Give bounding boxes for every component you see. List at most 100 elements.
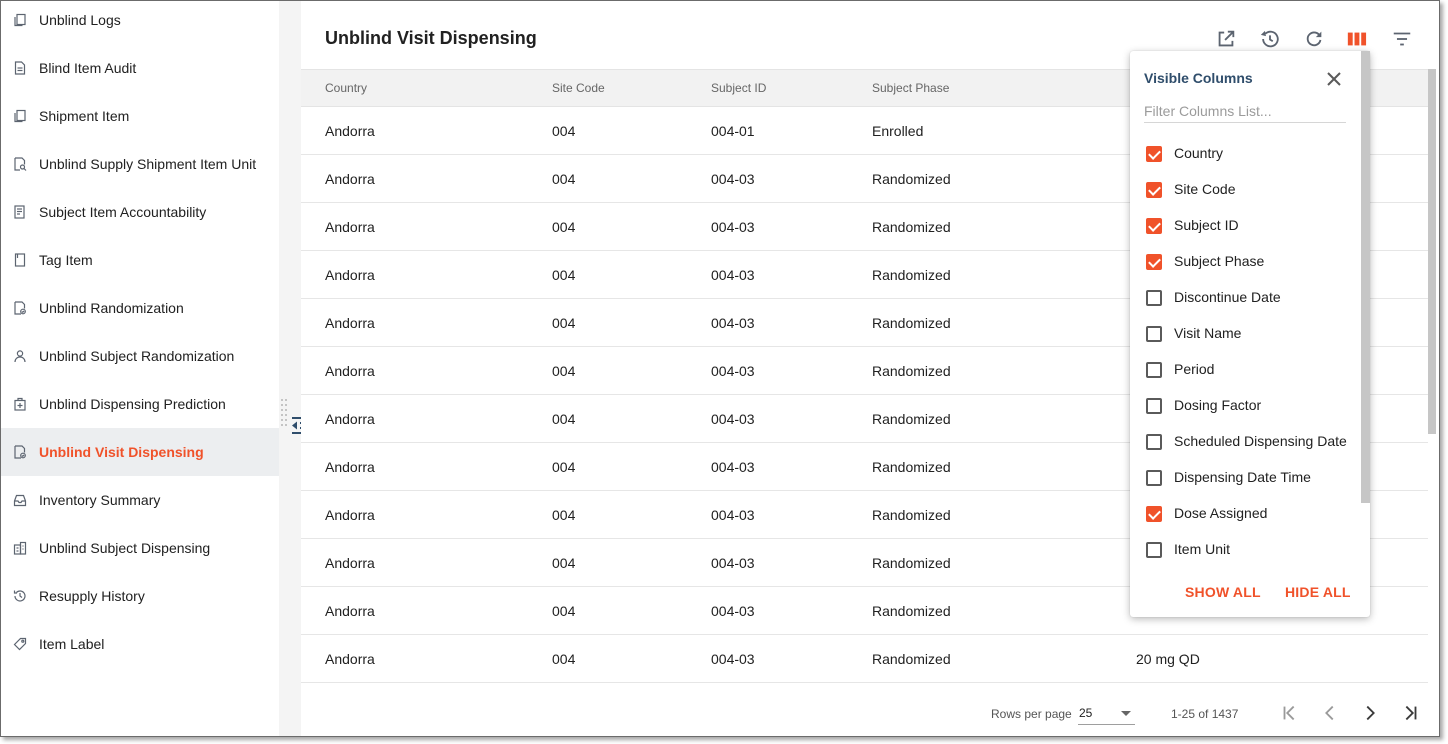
column-option-dose-assigned[interactable]: Dose Assigned xyxy=(1144,499,1358,529)
cell-country: Andorra xyxy=(325,411,375,427)
column-option-dosing-factor[interactable]: Dosing Factor xyxy=(1144,391,1358,421)
checkbox[interactable] xyxy=(1146,254,1162,270)
cell-site-code: 004 xyxy=(552,315,576,331)
column-header-subject-phase[interactable]: Subject Phase xyxy=(872,81,949,95)
checkbox[interactable] xyxy=(1146,362,1162,378)
hide-all-button[interactable]: HIDE ALL xyxy=(1285,584,1351,600)
resize-grip-icon[interactable] xyxy=(281,399,287,429)
column-option-scheduled-dispensing-date[interactable]: Scheduled Dispensing Date xyxy=(1144,427,1358,457)
inbox-icon xyxy=(12,492,28,508)
checkbox[interactable] xyxy=(1146,218,1162,234)
column-option-visit-name[interactable]: Visit Name xyxy=(1144,319,1358,349)
page-title: Unblind Visit Dispensing xyxy=(325,28,537,48)
column-option-label: Dispensing Date Time xyxy=(1174,469,1311,485)
rows-per-page-select[interactable]: 25 xyxy=(1078,701,1135,725)
sidebar-item-item-label[interactable]: Item Label xyxy=(1,620,279,668)
refresh-icon[interactable] xyxy=(1302,27,1326,51)
cell-site-code: 004 xyxy=(552,411,576,427)
sidebar-item-unblind-subject-dispensing[interactable]: Unblind Subject Dispensing xyxy=(1,524,279,572)
column-option-period[interactable]: Period xyxy=(1144,355,1358,385)
column-option-subject-id[interactable]: Subject ID xyxy=(1144,211,1358,241)
column-option-subject-phase[interactable]: Subject Phase xyxy=(1144,247,1358,277)
person-icon xyxy=(12,348,28,364)
table-scrollbar[interactable] xyxy=(1428,69,1436,434)
column-option-label: Site Code xyxy=(1174,181,1236,197)
cell-site-code: 004 xyxy=(552,219,576,235)
checkbox[interactable] xyxy=(1146,434,1162,450)
visible-columns-popover: Visible Columns Country Site Code Subject … xyxy=(1130,51,1370,617)
sidebar-item-unblind-supply-shipment-item-unit[interactable]: Unblind Supply Shipment Item Unit xyxy=(1,140,279,188)
pagination-bar: Rows per page 25 1-25 of 1437 xyxy=(301,687,1439,736)
cell-subject-id: 004-01 xyxy=(711,123,755,139)
sidebar-divider[interactable] xyxy=(279,1,301,736)
open-new-window-icon[interactable] xyxy=(1214,27,1238,51)
cell-country: Andorra xyxy=(325,315,375,331)
sidebar-item-inventory-summary[interactable]: Inventory Summary xyxy=(1,476,279,524)
column-header-site-code[interactable]: Site Code xyxy=(552,81,605,95)
sidebar-item-label: Unblind Subject Dispensing xyxy=(39,540,211,556)
cell-subject-phase: Randomized xyxy=(872,315,951,331)
cell-country: Andorra xyxy=(325,171,375,187)
cell-country: Andorra xyxy=(325,651,375,667)
sidebar-item-resupply-history[interactable]: Resupply History xyxy=(1,572,279,620)
sidebar-item-subject-item-accountability[interactable]: Subject Item Accountability xyxy=(1,188,279,236)
sidebar-item-unblind-randomization[interactable]: Unblind Randomization xyxy=(1,284,279,332)
cell-subject-id: 004-03 xyxy=(711,555,755,571)
cell-site-code: 004 xyxy=(552,507,576,523)
column-option-dispensing-date-time[interactable]: Dispensing Date Time xyxy=(1144,463,1358,493)
cell-subject-id: 004-03 xyxy=(711,315,755,331)
column-option-site-code[interactable]: Site Code xyxy=(1144,175,1358,205)
checkbox[interactable] xyxy=(1146,326,1162,342)
close-icon[interactable] xyxy=(1324,69,1344,89)
cell-subject-id: 004-03 xyxy=(711,651,755,667)
sidebar-item-unblind-logs[interactable]: Unblind Logs xyxy=(1,1,279,44)
table-row[interactable]: Andorra 004 004-03 Randomized 20 mg QD xyxy=(301,635,1428,683)
filter-icon[interactable] xyxy=(1390,27,1414,51)
sidebar-item-unblind-subject-randomization[interactable]: Unblind Subject Randomization xyxy=(1,332,279,380)
columns-icon[interactable] xyxy=(1345,27,1369,51)
cell-subject-id: 004-03 xyxy=(711,171,755,187)
cell-country: Andorra xyxy=(325,459,375,475)
column-option-country[interactable]: Country xyxy=(1144,139,1358,169)
cell-subject-id: 004-03 xyxy=(711,411,755,427)
checkbox[interactable] xyxy=(1146,470,1162,486)
cell-country: Andorra xyxy=(325,219,375,235)
checkbox[interactable] xyxy=(1146,506,1162,522)
page-range: 1-25 of 1437 xyxy=(1171,707,1239,721)
previous-page-icon[interactable] xyxy=(1318,701,1342,725)
cell-dose-assigned: 20 mg QD xyxy=(1136,651,1200,667)
checkbox[interactable] xyxy=(1146,542,1162,558)
column-option-discontinue-date[interactable]: Discontinue Date xyxy=(1144,283,1358,313)
next-page-icon[interactable] xyxy=(1358,701,1382,725)
checkbox[interactable] xyxy=(1146,146,1162,162)
cell-subject-id: 004-03 xyxy=(711,267,755,283)
popover-scrollbar[interactable] xyxy=(1361,51,1370,503)
sidebar-item-tag-item[interactable]: Tag Item xyxy=(1,236,279,284)
filter-columns-input[interactable] xyxy=(1144,99,1346,123)
show-all-button[interactable]: SHOW ALL xyxy=(1185,584,1261,600)
cell-subject-phase: Randomized xyxy=(872,555,951,571)
checkbox[interactable] xyxy=(1146,182,1162,198)
document-search-icon xyxy=(12,156,28,172)
cell-subject-id: 004-03 xyxy=(711,507,755,523)
document-check-icon xyxy=(12,444,28,460)
sidebar-item-shipment-item[interactable]: Shipment Item xyxy=(1,92,279,140)
history-icon[interactable] xyxy=(1258,27,1282,51)
last-page-icon[interactable] xyxy=(1398,701,1422,725)
column-option-item-unit[interactable]: Item Unit xyxy=(1144,535,1358,565)
sidebar-item-blind-item-audit[interactable]: Blind Item Audit xyxy=(1,44,279,92)
sidebar-item-unblind-dispensing-prediction[interactable]: Unblind Dispensing Prediction xyxy=(1,380,279,428)
column-header-country[interactable]: Country xyxy=(325,81,367,95)
copy-icon xyxy=(12,12,28,28)
checkbox[interactable] xyxy=(1146,398,1162,414)
first-page-icon[interactable] xyxy=(1278,701,1302,725)
cell-subject-phase: Randomized xyxy=(872,459,951,475)
document-icon xyxy=(12,60,28,76)
sidebar-item-label: Unblind Dispensing Prediction xyxy=(39,396,226,412)
checkbox[interactable] xyxy=(1146,290,1162,306)
column-option-label: Dosing Factor xyxy=(1174,397,1262,413)
sidebar-item-unblind-visit-dispensing[interactable]: Unblind Visit Dispensing xyxy=(1,428,279,476)
sidebar-item-label: Resupply History xyxy=(39,588,145,604)
cell-subject-phase: Randomized xyxy=(872,507,951,523)
column-header-subject-id[interactable]: Subject ID xyxy=(711,81,766,95)
